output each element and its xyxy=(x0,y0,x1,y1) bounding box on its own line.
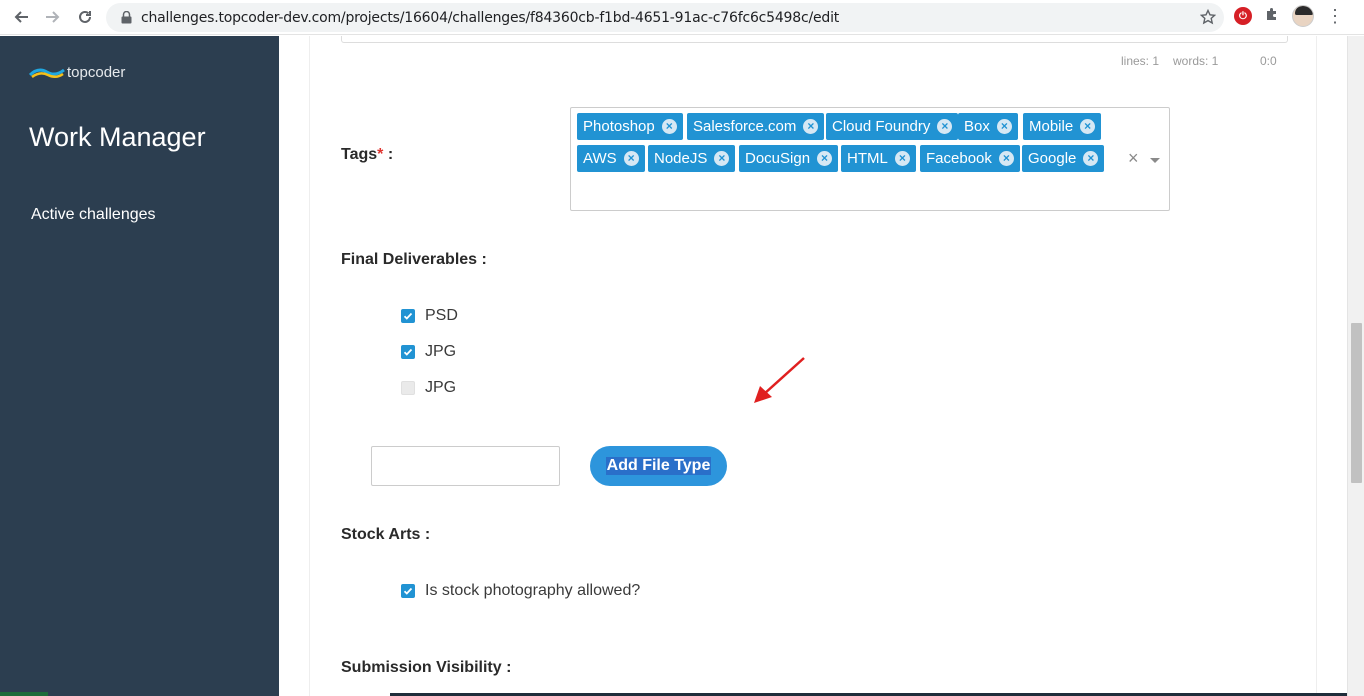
tag-chip: Cloud Foundry × xyxy=(826,113,959,140)
tag-remove-icon[interactable]: × xyxy=(1080,119,1096,134)
sidebar-item-active-challenges[interactable]: Active challenges xyxy=(31,206,156,224)
bottom-accent-strip xyxy=(0,692,48,696)
tags-multiselect[interactable]: Photoshop × Salesforce.com × Cloud Found… xyxy=(570,107,1170,211)
scrollbar-thumb[interactable] xyxy=(1351,323,1362,483)
submission-visibility-label: Submission Visibility : xyxy=(341,659,512,676)
tag-label: NodeJS xyxy=(654,150,708,167)
editor-words-count: words: 1 xyxy=(1173,54,1219,68)
browser-menu-icon[interactable]: ⋮ xyxy=(1326,7,1344,25)
extensions-puzzle-icon[interactable] xyxy=(1264,6,1280,27)
tag-label: Salesforce.com xyxy=(693,118,797,135)
tag-label: Cloud Foundry xyxy=(832,118,931,135)
logo-text: topcoder xyxy=(67,64,126,81)
tag-label: AWS xyxy=(583,150,617,167)
tag-chip: DocuSign × xyxy=(739,145,839,172)
topcoder-logo-icon xyxy=(29,68,65,78)
clear-tags-icon[interactable]: × xyxy=(1128,148,1139,169)
psd-checkbox[interactable] xyxy=(401,309,415,323)
sidebar: topcoder Work Manager Active challenges xyxy=(0,36,279,696)
stock-photography-option: Is stock photography allowed? xyxy=(401,582,640,600)
tag-label: DocuSign xyxy=(745,150,811,167)
app-title: Work Manager xyxy=(29,122,206,152)
reload-icon[interactable] xyxy=(70,2,100,32)
tag-label: Box xyxy=(964,118,990,135)
tag-remove-icon[interactable]: × xyxy=(803,119,819,134)
lock-icon xyxy=(119,11,133,25)
description-editor-edge[interactable] xyxy=(341,36,1288,43)
jpg-duplicate-checkbox[interactable] xyxy=(401,381,415,395)
deliverable-label: PSD xyxy=(425,307,458,324)
tag-chip: Salesforce.com × xyxy=(687,113,825,140)
tag-chip: Facebook × xyxy=(920,145,1020,172)
url-text: challenges.topcoder-dev.com/projects/166… xyxy=(141,9,840,26)
tag-label: Facebook xyxy=(926,150,992,167)
tag-chip: Google × xyxy=(1022,145,1105,172)
tag-chip: HTML × xyxy=(841,145,916,172)
tags-label-suffix: : xyxy=(383,146,394,163)
page-scrollbar[interactable] xyxy=(1347,36,1364,696)
editor-cursor-position: 0:0 xyxy=(1260,54,1277,68)
annotation-arrow-icon xyxy=(754,357,805,403)
address-bar[interactable]: challenges.topcoder-dev.com/projects/166… xyxy=(106,3,1224,32)
tags-label-text: Tags xyxy=(341,146,378,163)
tag-remove-icon[interactable]: × xyxy=(817,151,833,166)
dropdown-caret-icon[interactable] xyxy=(1150,158,1160,163)
add-file-type-label: Add File Type xyxy=(605,457,712,475)
stock-arts-label: Stock Arts : xyxy=(341,526,431,543)
tag-remove-icon[interactable]: × xyxy=(937,119,953,134)
file-type-input[interactable] xyxy=(371,446,560,486)
challenge-edit-form: lines: 1 words: 1 0:0 Tags* : Photoshop … xyxy=(309,36,1317,696)
deliverable-option-jpg: JPG xyxy=(401,343,456,361)
main-content: lines: 1 words: 1 0:0 Tags* : Photoshop … xyxy=(279,36,1347,696)
tag-remove-icon[interactable]: × xyxy=(1083,151,1099,166)
back-icon[interactable] xyxy=(6,2,36,32)
tag-label: Photoshop xyxy=(583,118,655,135)
topcoder-logo[interactable]: topcoder xyxy=(29,64,125,81)
tag-remove-icon[interactable]: × xyxy=(894,151,910,166)
tag-remove-icon[interactable]: × xyxy=(996,119,1012,134)
forward-icon[interactable] xyxy=(38,2,68,32)
editor-lines-count: lines: 1 xyxy=(1121,54,1160,68)
browser-toolbar: challenges.topcoder-dev.com/projects/166… xyxy=(0,0,1364,35)
tag-chip: Box × xyxy=(958,113,1018,140)
profile-avatar[interactable] xyxy=(1292,5,1314,27)
tag-label: Mobile xyxy=(1029,118,1074,135)
tag-remove-icon[interactable]: × xyxy=(661,119,677,134)
extension-power-icon[interactable]: ⏻ xyxy=(1234,7,1252,25)
tag-remove-icon[interactable]: × xyxy=(714,151,730,166)
tag-remove-icon[interactable]: × xyxy=(623,151,639,166)
tag-chip: Mobile × xyxy=(1023,113,1102,140)
deliverable-option-psd: PSD xyxy=(401,307,458,325)
add-file-type-button[interactable]: Add File Type xyxy=(590,446,727,486)
tag-remove-icon[interactable]: × xyxy=(998,151,1014,166)
deliverable-option-jpg-duplicate: JPG xyxy=(401,379,456,397)
stock-photography-checkbox[interactable] xyxy=(401,584,415,598)
tag-label: Google xyxy=(1028,150,1077,167)
deliverable-label: JPG xyxy=(425,343,457,360)
tags-label: Tags* : xyxy=(341,146,393,164)
bookmark-star-icon[interactable] xyxy=(1199,8,1217,30)
jpg-checkbox[interactable] xyxy=(401,345,415,359)
final-deliverables-label: Final Deliverables : xyxy=(341,251,487,268)
tag-chip: Photoshop × xyxy=(577,113,683,140)
tag-chip: NodeJS × xyxy=(648,145,736,172)
stock-photography-label: Is stock photography allowed? xyxy=(425,582,641,599)
tag-label: HTML xyxy=(847,150,888,167)
deliverable-label: JPG xyxy=(425,379,457,396)
tag-chip: AWS × xyxy=(577,145,645,172)
